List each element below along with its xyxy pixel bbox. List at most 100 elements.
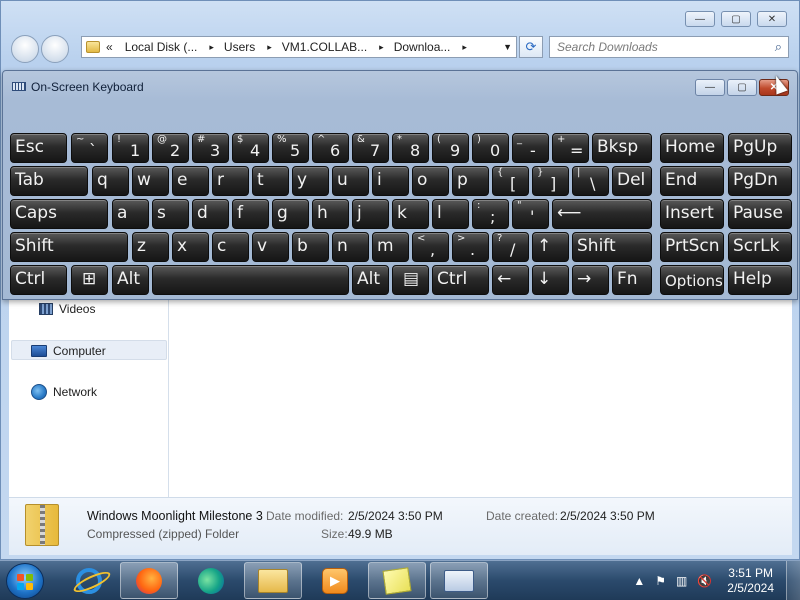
start-button[interactable] bbox=[6, 563, 44, 599]
taskbar-edge[interactable] bbox=[182, 562, 240, 599]
key-end[interactable]: End bbox=[660, 166, 724, 196]
network-status-icon[interactable]: ▥ bbox=[676, 574, 687, 588]
breadcrumb-local-disk[interactable]: Local Disk (... bbox=[125, 40, 198, 54]
volume-muted-icon[interactable]: 🔇 bbox=[697, 574, 712, 588]
key-pgdn[interactable]: PgDn bbox=[728, 166, 792, 196]
key-up-arrow[interactable]: ↑ bbox=[532, 232, 569, 262]
key-2[interactable]: @2 bbox=[152, 133, 189, 163]
key-tab[interactable]: Tab bbox=[10, 166, 88, 196]
key-v[interactable]: v bbox=[252, 232, 289, 262]
key-0[interactable]: ) 0 bbox=[472, 133, 509, 163]
breadcrumb-users[interactable]: Users bbox=[224, 40, 255, 54]
maximize-button[interactable]: ▢ bbox=[727, 79, 757, 96]
breadcrumb-overflow[interactable]: « bbox=[106, 40, 113, 54]
key-a[interactable]: a bbox=[112, 199, 149, 229]
taskbar-on-screen-keyboard[interactable] bbox=[430, 562, 488, 599]
key-m[interactable]: m bbox=[372, 232, 409, 262]
key-del[interactable]: Del bbox=[612, 166, 652, 196]
key-3[interactable]: #3 bbox=[192, 133, 229, 163]
key-x[interactable]: x bbox=[172, 232, 209, 262]
key-windows[interactable]: ⊞ bbox=[71, 265, 108, 295]
search-icon[interactable]: ⌕ bbox=[775, 39, 782, 55]
key-prtscn[interactable]: PrtScn bbox=[660, 232, 724, 262]
key-g[interactable]: g bbox=[272, 199, 309, 229]
key-c[interactable]: c bbox=[212, 232, 249, 262]
key-slash[interactable]: ? / bbox=[492, 232, 529, 262]
key-pause[interactable]: Pause bbox=[728, 199, 792, 229]
key-help[interactable]: Help bbox=[728, 265, 792, 295]
key-period[interactable]: >. bbox=[452, 232, 489, 262]
nav-item-videos[interactable]: Videos bbox=[39, 302, 95, 316]
key-left-bracket[interactable]: {[ bbox=[492, 166, 529, 196]
show-desktop-button[interactable] bbox=[786, 561, 800, 600]
key-minus[interactable]: _ - bbox=[512, 133, 549, 163]
key-scrlk[interactable]: ScrLk bbox=[728, 232, 792, 262]
key-right-arrow[interactable]: → bbox=[572, 265, 609, 295]
key-t[interactable]: t bbox=[252, 166, 289, 196]
key-f[interactable]: f bbox=[232, 199, 269, 229]
key-7[interactable]: & 7 bbox=[352, 133, 389, 163]
forward-button[interactable] bbox=[41, 35, 69, 63]
action-center-flag-icon[interactable]: ⚑ bbox=[655, 574, 666, 588]
key-8[interactable]: * 8 bbox=[392, 133, 429, 163]
key-5[interactable]: % 5 bbox=[272, 133, 309, 163]
taskbar-sticky-notes[interactable] bbox=[368, 562, 426, 599]
chevron-down-icon[interactable]: ▼ bbox=[503, 42, 512, 52]
breadcrumb-downloads[interactable]: Downloa... bbox=[394, 40, 451, 54]
key-caps[interactable]: Caps bbox=[10, 199, 108, 229]
key-l[interactable]: l bbox=[432, 199, 469, 229]
breadcrumb-separator-icon[interactable]: ▸ bbox=[462, 42, 467, 53]
search-input[interactable]: Search Downloads ⌕ bbox=[549, 36, 789, 58]
key-z[interactable]: z bbox=[132, 232, 169, 262]
back-button[interactable] bbox=[11, 35, 39, 63]
key-left-alt[interactable]: Alt bbox=[112, 265, 149, 295]
breadcrumb-user-folder[interactable]: VM1.COLLAB... bbox=[282, 40, 367, 54]
key-backslash[interactable]: | \ bbox=[572, 166, 609, 196]
key-right-ctrl[interactable]: Ctrl bbox=[432, 265, 489, 295]
key-esc[interactable]: Esc bbox=[10, 133, 67, 163]
breadcrumb-separator-icon[interactable]: ▸ bbox=[209, 42, 214, 53]
close-button[interactable]: ✕ bbox=[757, 11, 787, 27]
minimize-button[interactable]: — bbox=[695, 79, 725, 96]
key-d[interactable]: d bbox=[192, 199, 229, 229]
key-b[interactable]: b bbox=[292, 232, 329, 262]
key-i[interactable]: i bbox=[372, 166, 409, 196]
refresh-button[interactable]: ⟳ bbox=[519, 36, 543, 58]
taskbar-explorer[interactable] bbox=[244, 562, 302, 599]
key-6[interactable]: ^ 6 bbox=[312, 133, 349, 163]
key-equals[interactable]: + = bbox=[552, 133, 589, 163]
key-q[interactable]: q bbox=[92, 166, 129, 196]
key-j[interactable]: j bbox=[352, 199, 389, 229]
key-right-alt[interactable]: Alt bbox=[352, 265, 389, 295]
breadcrumb-separator-icon[interactable]: ▸ bbox=[267, 42, 272, 53]
key-s[interactable]: s bbox=[152, 199, 189, 229]
key-space[interactable] bbox=[152, 265, 349, 295]
key-1[interactable]: ! 1 bbox=[112, 133, 149, 163]
breadcrumb-separator-icon[interactable]: ▸ bbox=[379, 42, 384, 53]
nav-item-network[interactable]: Network bbox=[31, 384, 97, 400]
key-right-shift[interactable]: Shift bbox=[572, 232, 652, 262]
key-menu[interactable]: ▤ bbox=[392, 265, 429, 295]
key-p[interactable]: p bbox=[452, 166, 489, 196]
taskbar-firefox[interactable] bbox=[120, 562, 178, 599]
key-left-shift[interactable]: Shift bbox=[10, 232, 128, 262]
address-bar[interactable]: « Local Disk (... ▸ Users ▸ VM1.COLLAB..… bbox=[81, 36, 517, 58]
key-w[interactable]: w bbox=[132, 166, 169, 196]
key-semicolon[interactable]: :; bbox=[472, 199, 509, 229]
clock[interactable]: 3:51 PM 2/5/2024 bbox=[727, 566, 774, 596]
key-n[interactable]: n bbox=[332, 232, 369, 262]
key-left-ctrl[interactable]: Ctrl bbox=[10, 265, 67, 295]
key-o[interactable]: o bbox=[412, 166, 449, 196]
key-quote[interactable]: " ' bbox=[512, 199, 549, 229]
nav-item-computer[interactable]: Computer bbox=[31, 344, 106, 358]
key-u[interactable]: u bbox=[332, 166, 369, 196]
key-h[interactable]: h bbox=[312, 199, 349, 229]
key-backspace[interactable]: Bksp bbox=[592, 133, 652, 163]
maximize-button[interactable]: ▢ bbox=[721, 11, 751, 27]
minimize-button[interactable]: — bbox=[685, 11, 715, 27]
key-e[interactable]: e bbox=[172, 166, 209, 196]
key-4[interactable]: $4 bbox=[232, 133, 269, 163]
key-fn[interactable]: Fn bbox=[612, 265, 652, 295]
key-right-bracket[interactable]: }] bbox=[532, 166, 569, 196]
key-left-arrow[interactable]: ← bbox=[492, 265, 529, 295]
